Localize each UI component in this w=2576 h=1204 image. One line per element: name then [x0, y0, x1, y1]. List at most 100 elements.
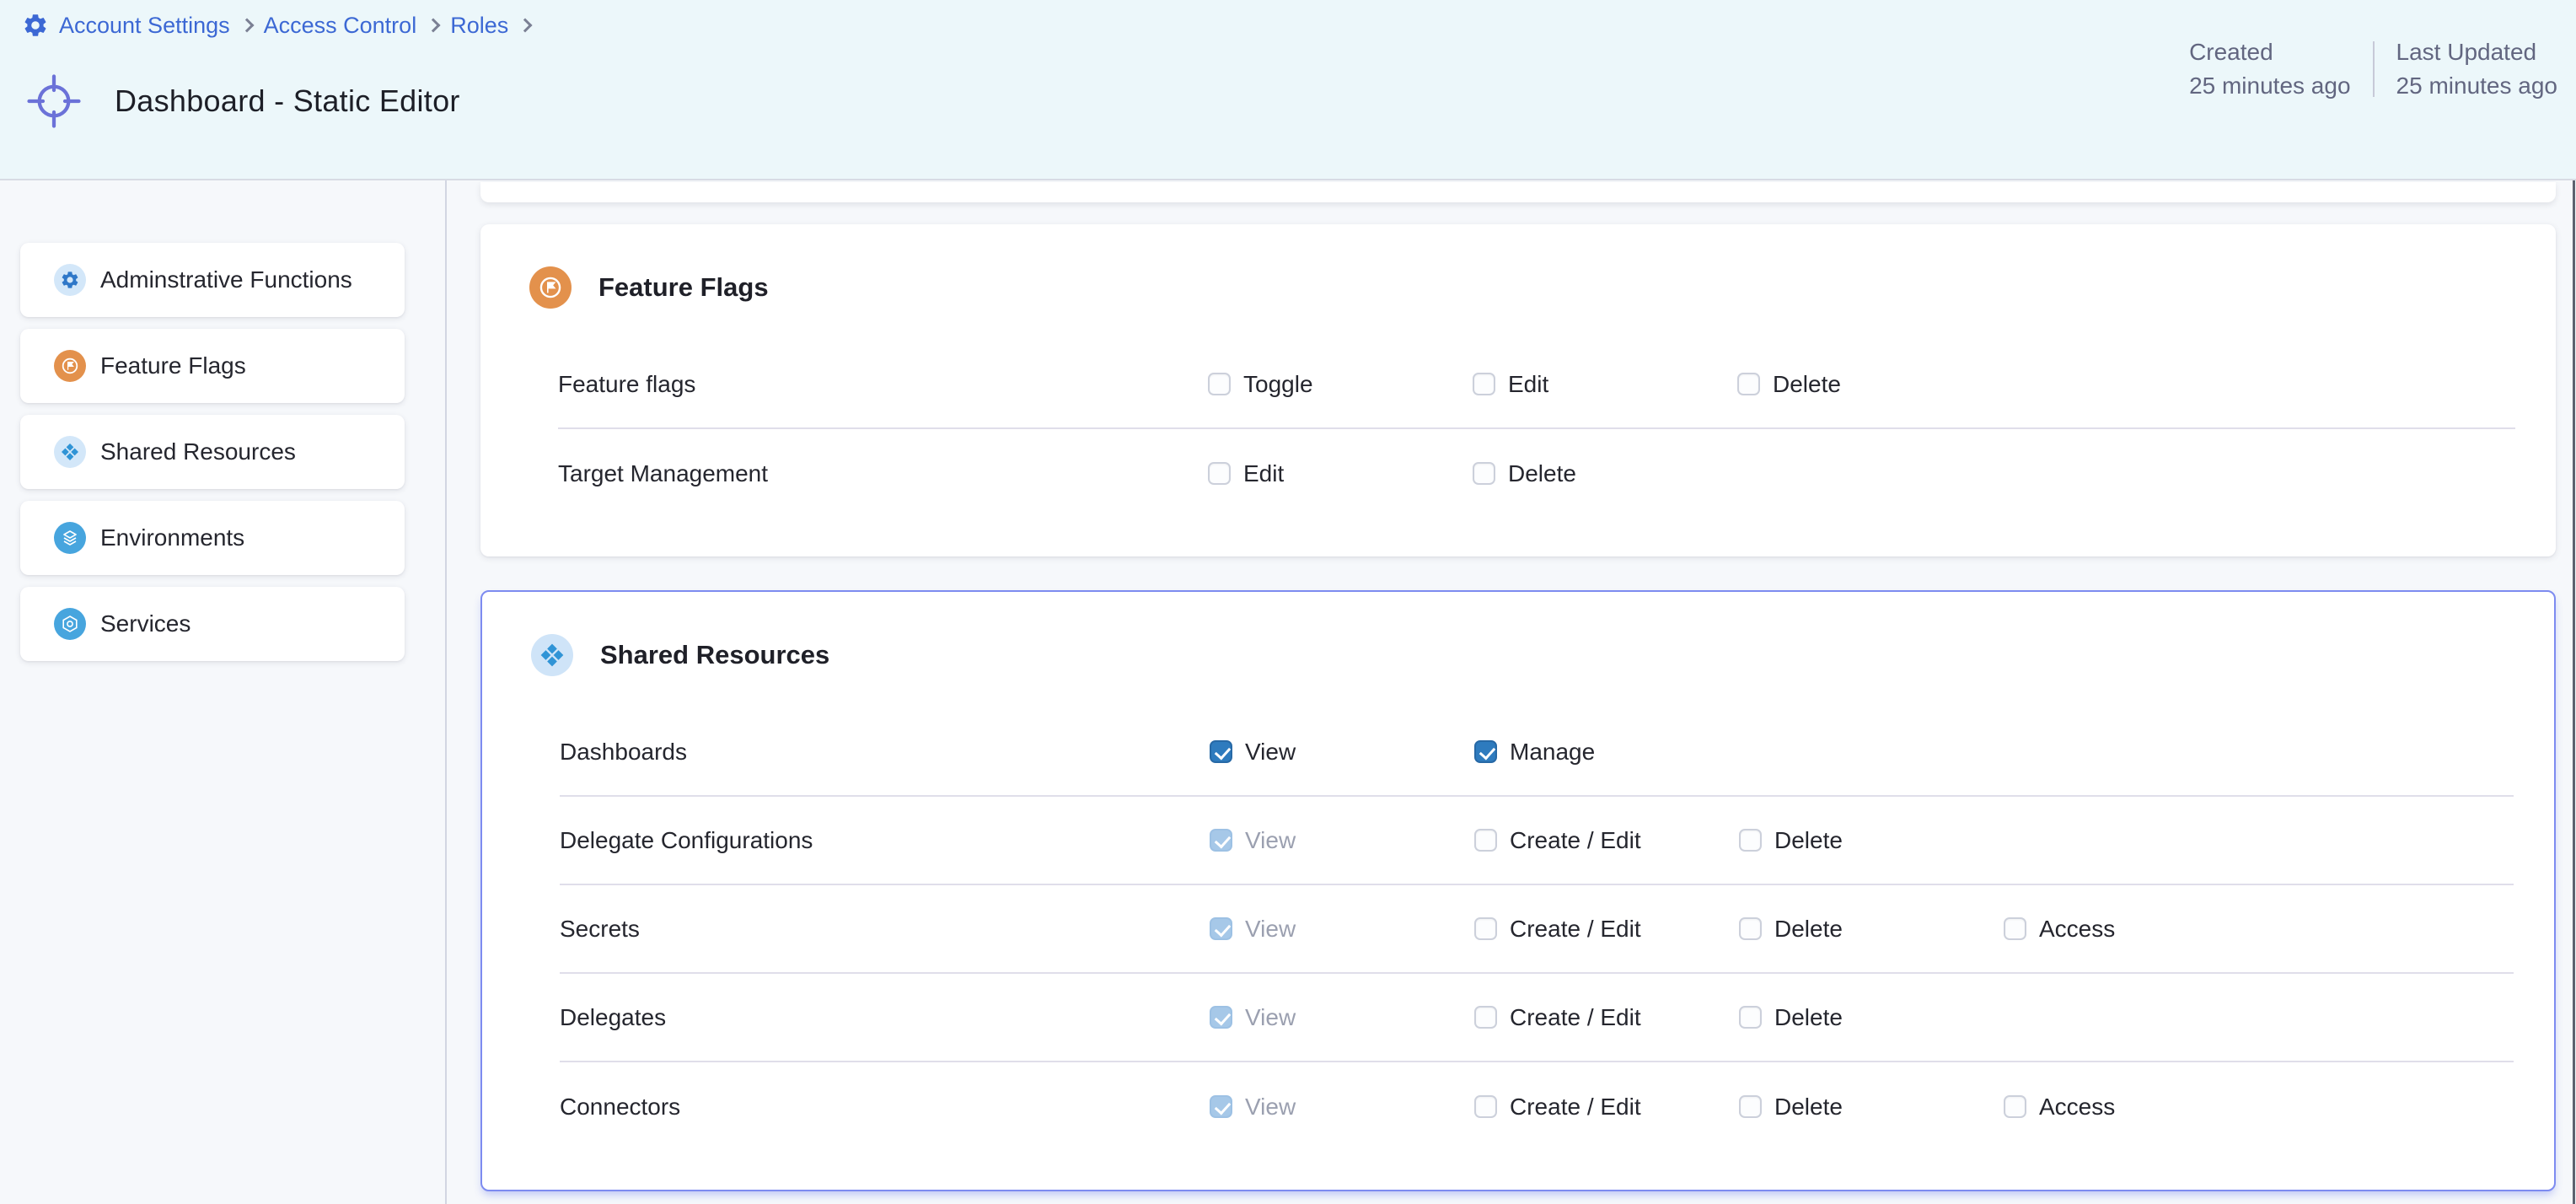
permission-create-edit[interactable]: Create / Edit	[1474, 1094, 1739, 1121]
permission-label: View	[1245, 1004, 1296, 1031]
checkbox-icon[interactable]	[1474, 1095, 1497, 1118]
sidebar-item-label: Environments	[100, 524, 244, 551]
permission-edit[interactable]: Edit	[1473, 371, 1737, 398]
breadcrumb-account-settings[interactable]: Account Settings	[59, 13, 230, 39]
section-card-shared-resources[interactable]: Shared Resources Dashboards View Manage …	[480, 590, 2556, 1191]
sidebar-item-services[interactable]: Services	[20, 587, 405, 661]
permission-label: Delete	[1774, 1094, 1843, 1121]
permission-label: Create / Edit	[1510, 827, 1641, 854]
checkbox-icon[interactable]	[1473, 462, 1495, 485]
checkbox-icon[interactable]	[1739, 1095, 1762, 1118]
sidebar-item-feature-flags[interactable]: Feature Flags	[20, 329, 405, 403]
permission-view[interactable]: View	[1210, 916, 1474, 943]
permission-view[interactable]: View	[1210, 739, 1474, 766]
checkbox-icon[interactable]	[1737, 373, 1760, 395]
flag-icon	[54, 350, 86, 382]
checkbox-icon[interactable]	[1210, 829, 1232, 852]
permission-label: Delete	[1773, 371, 1841, 398]
section-title: Feature Flags	[598, 272, 769, 303]
permission-view[interactable]: View	[1210, 1094, 1474, 1121]
permission-delete[interactable]: Delete	[1739, 1004, 2004, 1031]
permission-edit[interactable]: Edit	[1208, 460, 1473, 487]
role-meta: Created 25 minutes ago Last Updated 25 m…	[2189, 35, 2557, 103]
permission-label: Toggle	[1243, 371, 1313, 398]
checkbox-icon[interactable]	[1473, 373, 1495, 395]
checkbox-icon[interactable]	[1210, 1095, 1232, 1118]
permission-row-connectors: Connectors View Create / Edit Delete	[560, 1062, 2514, 1151]
checkbox-icon[interactable]	[1208, 462, 1231, 485]
permission-access[interactable]: Access	[2004, 916, 2268, 943]
checkbox-icon[interactable]	[1210, 1006, 1232, 1029]
chevron-right-icon	[427, 19, 441, 33]
breadcrumb-access-control[interactable]: Access Control	[264, 13, 417, 39]
checkbox-icon[interactable]	[1474, 1006, 1497, 1029]
resource-label: Dashboards	[560, 739, 1210, 766]
flag-icon	[529, 266, 572, 309]
sidebar-item-label: Adminstrative Functions	[100, 266, 352, 293]
permission-label: Delete	[1774, 916, 1843, 943]
permission-row-feature-flags: Feature flags Toggle Edit Delete	[558, 341, 2515, 429]
settings-gear-icon	[22, 12, 49, 39]
permission-label: Access	[2039, 916, 2115, 943]
breadcrumb: Account Settings Access Control Roles	[22, 12, 542, 39]
permission-delete[interactable]: Delete	[1739, 916, 2004, 943]
section-card-feature-flags[interactable]: Feature Flags Feature flags Toggle Edit	[480, 224, 2556, 556]
permission-label: Delete	[1774, 827, 1843, 854]
role-target-icon	[25, 71, 83, 132]
last-updated-value: 25 minutes ago	[2396, 69, 2557, 103]
created-label: Created	[2189, 35, 2350, 69]
permission-label: View	[1245, 1094, 1296, 1121]
sidebar-item-label: Feature Flags	[100, 352, 246, 379]
permission-rows: Dashboards View Manage Delegate Configur…	[560, 708, 2514, 1151]
checkbox-icon[interactable]	[1474, 740, 1497, 763]
checkbox-icon[interactable]	[1208, 373, 1231, 395]
checkbox-icon[interactable]	[1210, 917, 1232, 940]
sidebar-item-label: Shared Resources	[100, 438, 296, 465]
permission-view[interactable]: View	[1210, 1004, 1474, 1031]
checkbox-icon[interactable]	[1474, 829, 1497, 852]
category-sidebar: Adminstrative Functions Feature Flags Sh…	[0, 180, 447, 1204]
permission-manage[interactable]: Manage	[1474, 739, 1739, 766]
checkbox-icon[interactable]	[1474, 917, 1497, 940]
created-value: 25 minutes ago	[2189, 69, 2350, 103]
permission-access[interactable]: Access	[2004, 1094, 2268, 1121]
breadcrumb-roles[interactable]: Roles	[450, 13, 508, 39]
checkbox-icon[interactable]	[2004, 917, 2026, 940]
chevron-right-icon	[518, 19, 533, 33]
permission-create-edit[interactable]: Create / Edit	[1474, 1004, 1739, 1031]
checkbox-icon[interactable]	[1739, 829, 1762, 852]
permission-create-edit[interactable]: Create / Edit	[1474, 827, 1739, 854]
permission-row-dashboards: Dashboards View Manage	[560, 708, 2514, 797]
resource-label: Delegate Configurations	[560, 827, 1210, 854]
checkbox-icon[interactable]	[1210, 740, 1232, 763]
environments-icon	[54, 522, 86, 554]
permission-rows: Feature flags Toggle Edit Delete	[558, 341, 2515, 518]
permissions-panel: Feature Flags Feature flags Toggle Edit	[447, 180, 2576, 1204]
permission-delete[interactable]: Delete	[1739, 1094, 2004, 1121]
right-edge-scroll-line[interactable]	[2573, 180, 2575, 1204]
permission-label: Manage	[1510, 739, 1595, 766]
permission-label: View	[1245, 739, 1296, 766]
checkbox-icon[interactable]	[2004, 1095, 2026, 1118]
permission-label: Create / Edit	[1510, 1004, 1641, 1031]
permission-create-edit[interactable]: Create / Edit	[1474, 916, 1739, 943]
checkbox-icon[interactable]	[1739, 917, 1762, 940]
permission-toggle[interactable]: Toggle	[1208, 371, 1473, 398]
permission-view[interactable]: View	[1210, 827, 1474, 854]
checkbox-icon[interactable]	[1739, 1006, 1762, 1029]
section-header: Shared Resources	[531, 634, 2514, 676]
sidebar-item-shared-resources[interactable]: Shared Resources	[20, 415, 405, 489]
meta-divider	[2373, 41, 2375, 97]
services-icon	[54, 608, 86, 640]
permission-delete[interactable]: Delete	[1473, 460, 1737, 487]
sidebar-item-environments[interactable]: Environments	[20, 501, 405, 575]
gear-icon	[54, 264, 86, 296]
permission-label: Edit	[1508, 371, 1548, 398]
permission-row-delegates: Delegates View Create / Edit Delete	[560, 974, 2514, 1062]
permission-label: View	[1245, 916, 1296, 943]
section-title: Shared Resources	[600, 640, 829, 670]
sidebar-item-adminstrative-functions[interactable]: Adminstrative Functions	[20, 243, 405, 317]
permission-delete[interactable]: Delete	[1739, 827, 2004, 854]
role-title-row: Dashboard - Static Editor	[25, 71, 460, 132]
permission-delete[interactable]: Delete	[1737, 371, 2002, 398]
